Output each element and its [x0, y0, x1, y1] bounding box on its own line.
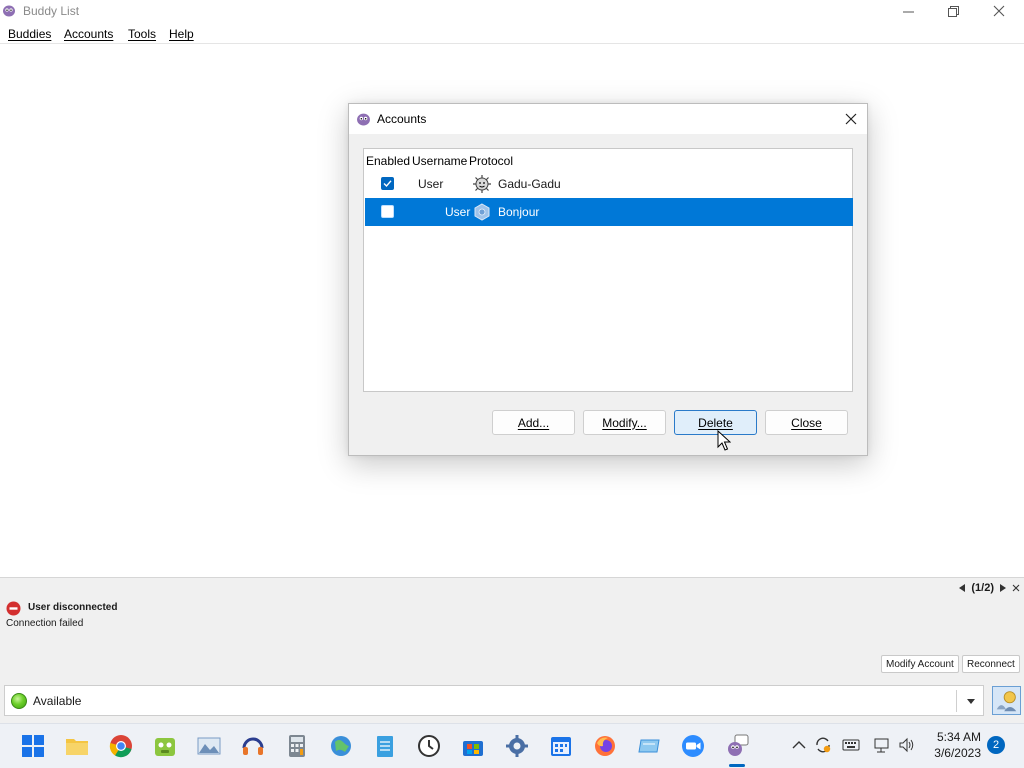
clock-date[interactable]: 3/6/2023	[927, 746, 981, 760]
firefox-icon[interactable]	[593, 734, 617, 758]
status-label: Available	[33, 694, 82, 708]
available-status-icon	[11, 693, 27, 709]
close-icon	[993, 5, 1005, 17]
store-icon[interactable]	[461, 734, 485, 758]
username-cell: User	[445, 205, 471, 219]
buddy-icon-selector[interactable]	[992, 686, 1021, 715]
clock-time[interactable]: 5:34 AM	[933, 730, 981, 744]
remote-desktop-icon[interactable]	[637, 734, 661, 758]
window-title: Buddy List	[23, 4, 80, 18]
close-button[interactable]: Close	[765, 410, 848, 435]
notepad-icon[interactable]	[373, 734, 397, 758]
column-enabled[interactable]: Enabled	[366, 154, 410, 168]
reconnect-button[interactable]: Reconnect	[962, 655, 1020, 673]
mouse-cursor-icon	[717, 430, 731, 451]
menu-help[interactable]: Help	[169, 27, 194, 41]
window-close-button[interactable]	[976, 0, 1022, 22]
minimize-button[interactable]	[885, 0, 931, 22]
pager-count: (1/2)	[971, 582, 994, 594]
calendar-icon[interactable]	[549, 734, 573, 758]
maximize-button[interactable]	[930, 0, 976, 22]
error-pager: (1/2)	[959, 581, 1020, 595]
prev-arrow-icon[interactable]	[959, 584, 966, 592]
volume-icon[interactable]	[898, 736, 916, 754]
game-icon[interactable]	[153, 734, 177, 758]
notification-badge[interactable]: 2	[987, 736, 1005, 754]
protocol-cell: Gadu-Gadu	[498, 177, 561, 191]
modify-button[interactable]: Modify...	[583, 410, 666, 435]
active-app-indicator	[729, 764, 745, 767]
add-button[interactable]: Add...	[492, 410, 575, 435]
dialog-titlebar: Accounts	[349, 104, 867, 134]
pidgin-taskbar-icon[interactable]	[725, 734, 749, 758]
taskbar: 5:34 AM 3/6/2023 2	[0, 723, 1024, 768]
error-title: User disconnected	[28, 602, 118, 613]
photo-viewer-icon[interactable]	[197, 734, 221, 758]
menu-buddies[interactable]: Buddies	[8, 27, 51, 41]
start-icon[interactable]	[21, 734, 45, 758]
menu-bar: Buddies Accounts Tools Help	[0, 24, 1024, 44]
menu-tools[interactable]: Tools	[128, 27, 156, 41]
clock-icon[interactable]	[417, 734, 441, 758]
calculator-icon[interactable]	[285, 734, 309, 758]
modify-account-button[interactable]: Modify Account	[881, 655, 959, 673]
gadu-gadu-icon	[473, 175, 491, 193]
file-explorer-icon[interactable]	[65, 734, 89, 758]
column-username[interactable]: Username	[412, 154, 467, 168]
dialog-title: Accounts	[377, 112, 427, 126]
next-arrow-icon[interactable]	[1000, 584, 1006, 592]
list-header: Enabled Username Protocol	[364, 149, 852, 171]
accounts-dialog: Accounts Enabled Username Protocol User	[348, 103, 868, 456]
pidgin-icon	[357, 113, 370, 126]
maps-icon[interactable]	[329, 734, 353, 758]
chrome-icon[interactable]	[109, 734, 133, 758]
username-cell: User	[418, 177, 444, 191]
network-icon[interactable]	[873, 736, 891, 754]
settings-icon[interactable]	[505, 734, 529, 758]
menu-divider	[0, 43, 1024, 44]
enabled-checkbox[interactable]	[381, 205, 394, 218]
window-titlebar: Buddy List	[0, 0, 1024, 22]
status-panel: (1/2) User disconnected Connection faile…	[0, 577, 1024, 723]
bonjour-icon	[474, 203, 490, 221]
protocol-cell: Bonjour	[498, 205, 540, 219]
pidgin-icon	[3, 5, 15, 17]
close-icon	[845, 113, 857, 125]
dismiss-icon[interactable]	[1012, 584, 1020, 592]
error-icon	[6, 601, 21, 616]
status-selector[interactable]: Available	[4, 685, 984, 716]
menu-accounts[interactable]: Accounts	[64, 27, 113, 41]
account-row-selected[interactable]: User Bonjour	[365, 198, 853, 226]
minimize-icon	[902, 11, 914, 12]
checkmark-icon	[383, 180, 392, 188]
accounts-list[interactable]: Enabled Username Protocol User Gadu-Gadu	[363, 148, 853, 392]
delete-button[interactable]: Delete	[674, 410, 757, 435]
column-protocol[interactable]: Protocol	[469, 154, 513, 168]
enabled-checkbox[interactable]	[381, 177, 394, 190]
dialog-close-button[interactable]	[839, 108, 863, 130]
keyboard-icon[interactable]	[842, 736, 860, 754]
account-row[interactable]: User Gadu-Gadu	[365, 170, 853, 198]
error-detail: Connection failed	[6, 618, 84, 629]
sync-icon[interactable]	[814, 736, 832, 754]
restore-icon	[947, 5, 959, 17]
dropdown-arrow-icon[interactable]	[967, 699, 975, 704]
zoom-icon[interactable]	[681, 734, 705, 758]
chevron-up-icon[interactable]	[790, 736, 808, 754]
combo-divider	[956, 690, 957, 712]
audio-app-icon[interactable]	[241, 734, 265, 758]
